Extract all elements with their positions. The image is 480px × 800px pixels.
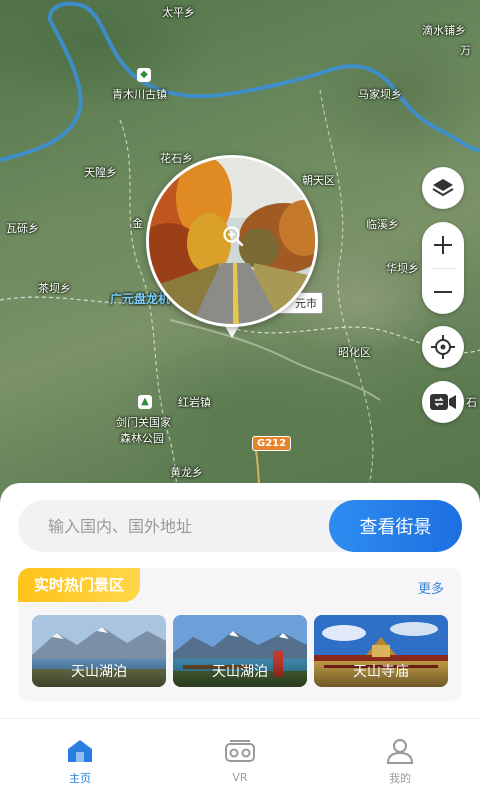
zoom-in-button[interactable]	[422, 222, 464, 268]
poi-icon: ◆	[137, 68, 151, 82]
place-label: 红岩镇	[178, 396, 211, 409]
spot-card[interactable]: 天山湖泊	[173, 615, 307, 687]
place-label: 森林公园	[120, 432, 164, 445]
road-badge: G212	[252, 436, 292, 451]
address-search-input[interactable]	[48, 500, 318, 552]
zoom-control	[422, 222, 464, 314]
place-label: 马家坝乡	[358, 88, 402, 101]
spot-label: 天山湖泊	[32, 657, 166, 687]
layers-icon	[432, 179, 454, 197]
airport-label: 广元盘龙机	[110, 292, 171, 306]
tab-label: 我的	[389, 771, 411, 785]
hot-spots-title: 实时热门景区	[18, 568, 141, 602]
satellite-map[interactable]: 太平乡 滴水铺乡 万 青木川古镇 马家坝乡 花石乡 朝天区 天隍乡 瓦砾乡 金 …	[0, 0, 480, 520]
bottom-panel: 查看街景 实时热门景区 更多 天山湖泊	[0, 483, 480, 718]
spot-label: 天山寺庙	[314, 657, 448, 687]
view-street-button[interactable]: 查看街景	[329, 500, 462, 552]
place-label: 临溪乡	[366, 218, 399, 231]
place-label: 太平乡	[162, 6, 195, 19]
home-icon	[68, 739, 92, 762]
spot-card[interactable]: 天山湖泊	[32, 615, 166, 687]
place-label: 滴水铺乡	[422, 24, 466, 37]
locate-icon	[431, 335, 455, 359]
place-label: 天隍乡	[84, 166, 117, 179]
place-label: 剑门关国家	[116, 416, 171, 429]
place-label: 昭化区	[338, 346, 371, 359]
user-icon	[386, 738, 414, 764]
tab-profile[interactable]: 我的	[320, 719, 480, 800]
hot-spots-card: 实时热门景区 更多 天山湖泊 天山湖泊 天山寺庙	[18, 568, 462, 701]
tab-home[interactable]: 主页	[0, 719, 160, 800]
park-icon: ▲	[138, 395, 152, 409]
tab-label: 主页	[69, 771, 91, 785]
place-label: 青木川古镇	[112, 88, 167, 101]
place-label: 华坝乡	[386, 262, 419, 275]
place-label: 万	[460, 44, 471, 57]
street-view-toggle-button[interactable]	[422, 381, 464, 423]
place-label: 花石乡	[160, 152, 193, 165]
locate-button[interactable]	[422, 326, 464, 368]
zoom-photo-icon[interactable]	[221, 224, 245, 248]
spot-label: 天山湖泊	[173, 657, 307, 687]
camera-switch-icon	[430, 394, 456, 410]
place-label: 朝天区	[302, 174, 335, 187]
plus-icon	[434, 236, 452, 254]
spot-card[interactable]: 天山寺庙	[314, 615, 448, 687]
place-label: 黄龙乡	[170, 466, 203, 479]
place-label: 茶坝乡	[38, 282, 71, 295]
tab-bar: 主页 VR 我的	[0, 718, 480, 800]
search-bar: 查看街景	[18, 500, 462, 552]
zoom-out-button[interactable]	[422, 269, 464, 315]
place-label: 瓦砾乡	[6, 222, 39, 235]
place-label: 金	[132, 217, 143, 230]
layers-button[interactable]	[422, 167, 464, 209]
place-label: 石	[466, 396, 477, 409]
tab-vr[interactable]: VR	[160, 719, 320, 800]
vr-icon	[225, 740, 255, 762]
tab-label: VR	[232, 771, 248, 784]
more-link[interactable]: 更多	[418, 578, 444, 597]
minus-icon	[434, 291, 452, 293]
